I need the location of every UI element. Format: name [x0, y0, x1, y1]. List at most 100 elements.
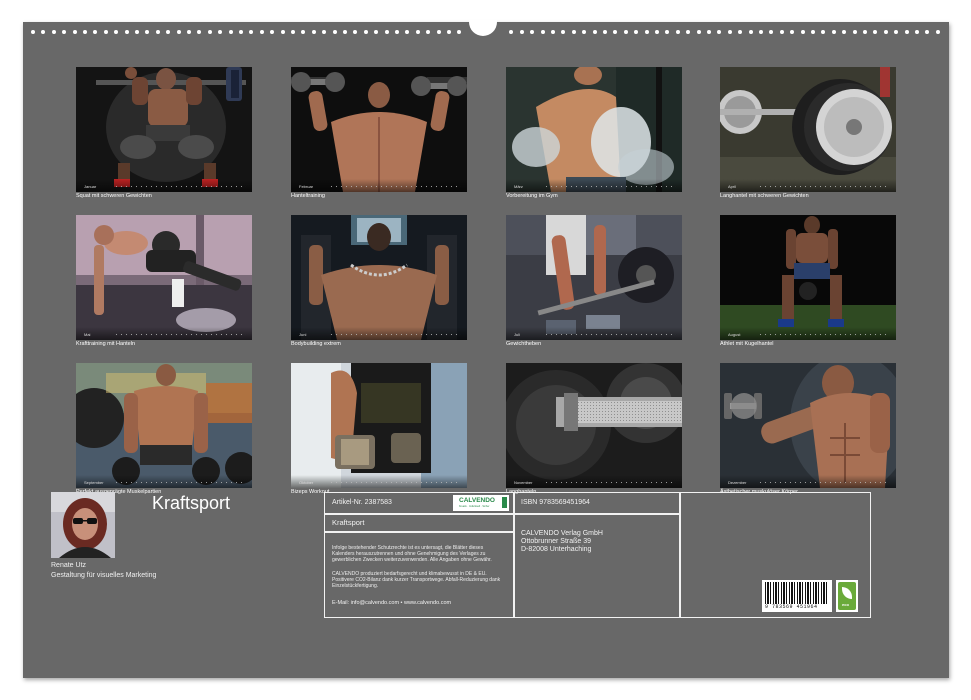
binding-hole — [696, 30, 701, 34]
thumbnail-july: Juli — [506, 215, 682, 340]
binding-hole — [727, 30, 732, 34]
chain-back-photo — [291, 215, 467, 340]
binding-hole — [135, 30, 139, 34]
thumbnail-june: Juni — [291, 215, 467, 340]
binding-hole — [280, 30, 285, 34]
legal-notice: Infolge bestehender Schutzrechte ist es … — [332, 545, 492, 563]
binding-hole — [623, 30, 628, 34]
binding-hole — [415, 30, 420, 34]
muscular-body-photo — [720, 363, 896, 488]
chalk-photo — [506, 67, 682, 192]
caption-april: Langhantel mit schweren Gewichten — [720, 193, 809, 199]
binding-hole — [831, 30, 836, 34]
product-info-box: Artikel-Nr. 2387583 CALVENDO Kreativ · I… — [324, 492, 871, 618]
binding-hole — [769, 30, 774, 34]
binding-hole — [291, 30, 295, 34]
thumbnail-december: Dezember — [720, 363, 896, 488]
isbn: ISBN 9783569451964 — [521, 499, 590, 506]
binding-hole — [166, 30, 171, 34]
binding-hole — [62, 30, 67, 34]
month-label: März — [514, 184, 523, 189]
binding-hole — [436, 30, 441, 34]
month-label: Januar — [84, 184, 97, 189]
binding-hole — [332, 30, 337, 34]
caption-july: Gewichtheben — [506, 341, 542, 347]
kettlebell-photo — [720, 215, 896, 340]
binding-hole — [114, 30, 119, 34]
caption-may: Krafttraining mit Hanteln — [76, 341, 135, 347]
binding-hole — [187, 30, 191, 34]
barcode-number: 9 783569 451964 — [765, 604, 818, 610]
product-title: Kraftsport — [332, 518, 365, 527]
binding-hole — [748, 30, 753, 34]
author-photo — [51, 492, 115, 558]
binding-hole — [207, 30, 212, 34]
binding-hole — [155, 30, 160, 34]
author-name: Renate Utz — [51, 562, 87, 569]
binding-hole — [592, 30, 597, 34]
binding-hole — [31, 30, 35, 34]
article-number: Artikel-Nr. 2387583 — [332, 499, 392, 506]
binding-hole — [322, 30, 327, 34]
binding-hole — [540, 30, 545, 34]
binding-hole — [686, 30, 691, 34]
binding-hole — [395, 30, 399, 34]
binding-hole — [717, 30, 722, 34]
calvendo-logo: CALVENDO Kreativ · Individuell · Sicher — [453, 495, 509, 511]
caption-january: Squat mit schweren Gewichten — [76, 193, 152, 199]
month-label: November — [514, 480, 533, 485]
binding-hole — [72, 30, 77, 34]
binding-hole — [904, 30, 909, 34]
month-label: April — [728, 184, 737, 189]
caption-february: Hanteltraining — [291, 193, 325, 199]
caption-august: Athlet mit Kugelhantel — [720, 341, 774, 347]
thumbnail-august: August — [720, 215, 896, 340]
biceps-photo — [291, 363, 467, 488]
binding-hole — [509, 30, 514, 34]
binding-hole — [103, 30, 108, 34]
binding-hole — [363, 30, 368, 34]
lunge-photo — [76, 215, 252, 340]
binding-hole — [738, 30, 743, 34]
squat-photo — [76, 67, 252, 192]
binding-hole — [842, 30, 847, 34]
binding-hole — [873, 30, 878, 34]
month-label: September — [84, 480, 104, 485]
thumbnail-october: Oktober — [291, 363, 467, 488]
binding-hole — [863, 30, 867, 34]
eco-badge-icon: eco — [836, 580, 858, 612]
binding-hole — [935, 30, 940, 34]
binding-hole — [779, 30, 784, 34]
binding-hole — [519, 30, 524, 34]
binding-hole — [374, 30, 379, 34]
tattooed-athlete-photo — [76, 363, 252, 488]
binding-hole — [41, 30, 46, 34]
calendar-title: Kraftsport — [152, 493, 231, 513]
binding-hole — [218, 30, 223, 34]
binding-hole — [790, 30, 795, 34]
publisher-line-3: D-82008 Unterhaching — [521, 546, 592, 553]
contact-line: E-Mail: info@calvendo.com • www.calvendo… — [332, 600, 452, 606]
binding-hole — [707, 30, 711, 34]
thumbnail-january: Januar — [76, 67, 252, 192]
binding-hole — [634, 30, 639, 34]
binding-hole — [811, 30, 815, 34]
binding-hole — [93, 30, 98, 34]
binding-hole — [301, 30, 306, 34]
binding-hole — [343, 30, 347, 34]
binding-hole — [259, 30, 264, 34]
month-label: Juli — [514, 332, 521, 337]
binding-hole — [571, 30, 576, 34]
binding-hole — [457, 30, 462, 34]
binding-hole — [894, 30, 899, 34]
binding-hole — [83, 30, 87, 34]
binding-hole — [124, 30, 129, 34]
thumbnail-march: März — [506, 67, 682, 192]
month-label: Juni — [299, 332, 307, 337]
barbell-closeup-photo — [506, 363, 682, 488]
binding-hole — [447, 30, 451, 34]
caption-june: Bodybuilding extrem — [291, 341, 341, 347]
binding-hole — [145, 30, 150, 34]
binding-hole — [675, 30, 680, 34]
binding-hole — [176, 30, 181, 34]
